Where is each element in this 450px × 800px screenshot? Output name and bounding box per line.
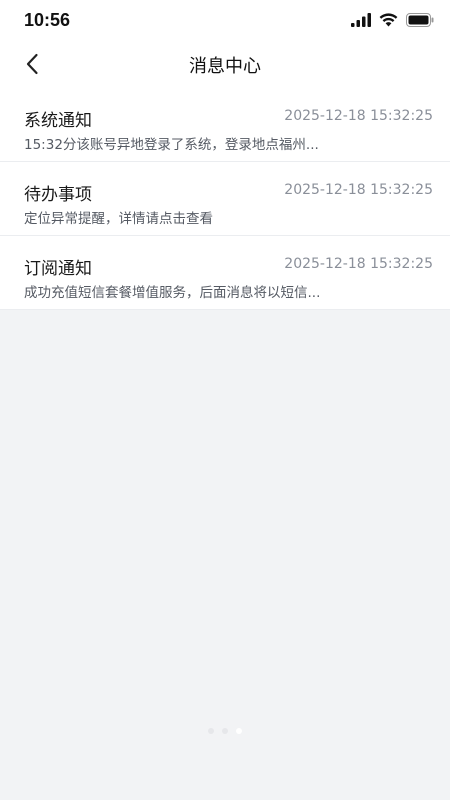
message-item-system[interactable]: 系统通知 2025-12-18 15:32:25 15:32分该账号异地登录了系…	[0, 88, 450, 162]
message-time: 2025-12-18 15:32:25	[284, 182, 433, 198]
wifi-icon	[379, 12, 398, 31]
page-dot-active	[236, 728, 242, 734]
message-title: 订阅通知	[24, 259, 92, 279]
message-list: 系统通知 2025-12-18 15:32:25 15:32分该账号异地登录了系…	[0, 88, 450, 310]
page-title: 消息中心	[189, 56, 261, 77]
message-preview: 15:32分该账号异地登录了系统，登录地点福州...	[24, 137, 319, 153]
message-item-todo[interactable]: 待办事项 2025-12-18 15:32:25 定位异常提醒，详情请点击查看	[0, 162, 450, 236]
page-dot	[208, 728, 214, 734]
page-dot	[222, 728, 228, 734]
status-icons	[351, 12, 434, 30]
message-title: 待办事项	[24, 185, 92, 205]
message-title: 系统通知	[24, 111, 92, 131]
status-bar: 10:56	[0, 0, 450, 42]
battery-icon	[406, 12, 434, 31]
message-time: 2025-12-18 15:32:25	[284, 256, 433, 272]
nav-header: 消息中心	[0, 42, 450, 88]
message-preview: 定位异常提醒，详情请点击查看	[24, 211, 213, 227]
status-time: 10:56	[24, 10, 71, 30]
message-preview: 成功充值短信套餐增值服务，后面消息将以短信...	[24, 285, 321, 301]
page-indicator	[0, 728, 450, 734]
message-item-subscription[interactable]: 订阅通知 2025-12-18 15:32:25 成功充值短信套餐增值服务，后面…	[0, 236, 450, 310]
signal-icon	[351, 12, 371, 31]
message-time: 2025-12-18 15:32:25	[284, 108, 433, 124]
